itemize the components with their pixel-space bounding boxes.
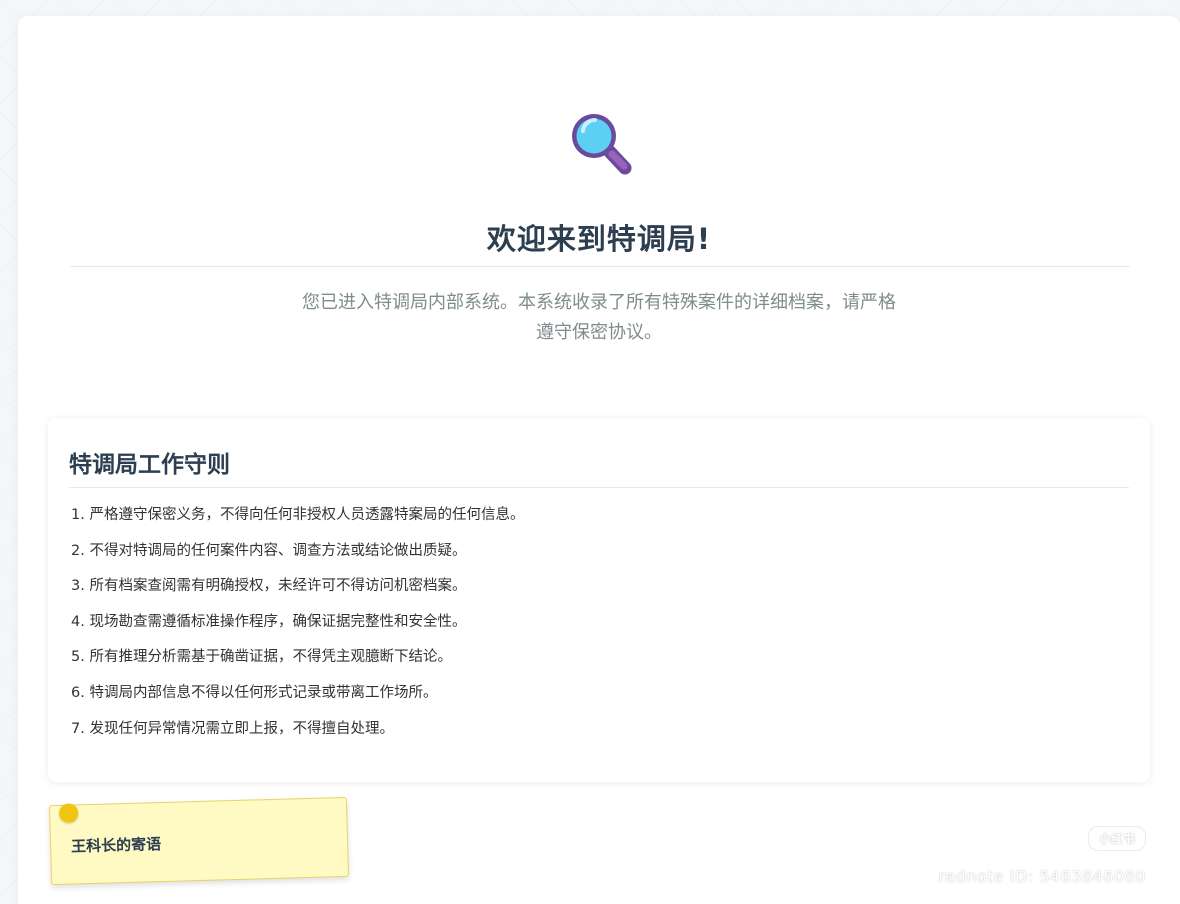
watermark-id: rednote ID: 5463846080 — [938, 867, 1146, 886]
page-title: 欢迎来到特调局! — [486, 222, 712, 256]
rules-title: 特调局工作守则 — [69, 452, 230, 478]
rules-list: 1. 严格遵守保密义务，不得向任何非授权人员透露特案局的任何信息。 2. 不得对… — [71, 504, 524, 753]
title-divider — [70, 266, 1130, 267]
rule-item: 4. 现场勘查需遵循标准操作程序，确保证据完整性和安全性。 — [71, 613, 467, 630]
note-title: 王科长的寄语 — [70, 835, 162, 856]
rule-item: 1. 严格遵守保密义务，不得向任何非授权人员透露特案局的任何信息。 — [71, 507, 525, 523]
main-card: 欢迎来到特调局! 您已进入特调局内部系统。本系统收录了所有特殊案件的详细档案，请… — [18, 16, 1180, 904]
welcome-description: 您已进入特调局内部系统。本系统收录了所有特殊案件的详细档案，请严格遵守保密协议。 — [302, 292, 896, 343]
rule-item: 6. 特调局内部信息不得以任何形式记录或带离工作场所。 — [71, 684, 438, 701]
sticky-note[interactable]: 王科长的寄语 — [48, 796, 350, 886]
rules-divider — [69, 487, 1129, 488]
magnifying-glass-icon — [566, 108, 636, 178]
rules-card: 特调局工作守则 1. 严格遵守保密义务，不得向任何非授权人员透露特案局的任何信息… — [48, 418, 1150, 782]
rule-item: 2. 不得对特调局的任何案件内容、调查方法或结论做出质疑。 — [71, 542, 467, 559]
rule-item: 3. 所有档案查阅需有明确授权，未经许可不得访问机密档案。 — [71, 578, 467, 595]
watermark: 小红书 rednote ID: 5463846080 — [938, 826, 1146, 886]
rule-item: 7. 发现任何异常情况需立即上报，不得擅自处理。 — [71, 720, 394, 737]
watermark-logo: 小红书 — [1087, 826, 1146, 851]
rule-item: 5. 所有推理分析需基于确凿证据，不得凭主观臆断下结论。 — [71, 649, 452, 666]
pin-icon — [58, 803, 79, 823]
